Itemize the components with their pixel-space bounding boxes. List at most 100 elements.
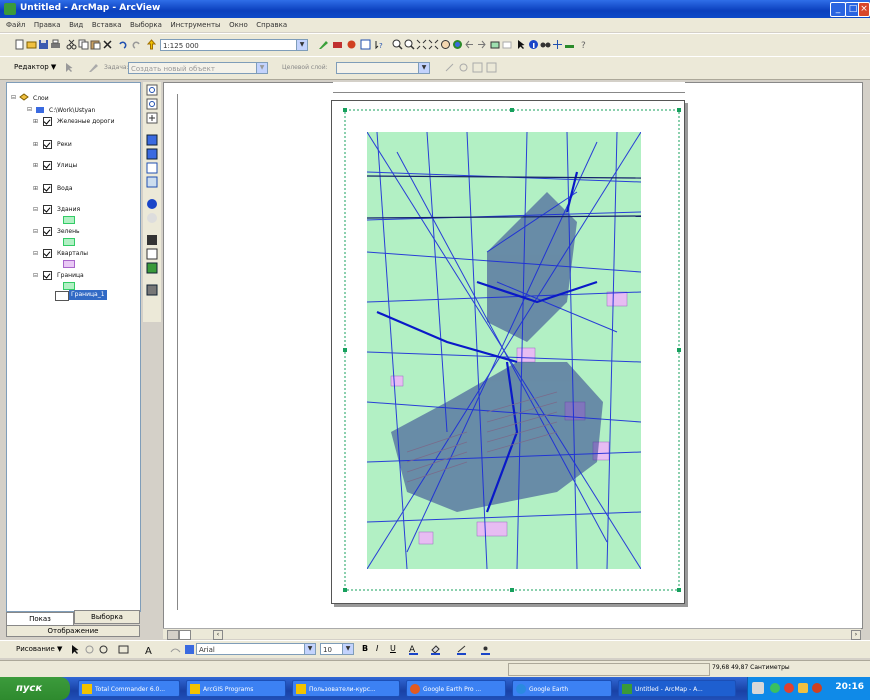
language-indicator-icon[interactable] [752,682,764,694]
line-color-icon[interactable] [456,644,467,655]
add-data-icon[interactable] [146,39,157,50]
layer-checkbox[interactable] [43,184,52,193]
tab-rendering[interactable]: Отображение [6,625,140,637]
zoom-to-selected-icon[interactable] [98,644,109,655]
zoom-in-icon[interactable] [392,39,403,50]
taskbar-item[interactable]: Google Earth Pro ... [406,680,506,697]
paste-icon[interactable] [90,39,101,50]
menu-help[interactable]: Справка [256,18,287,32]
collapse-icon[interactable]: ⊟ [27,107,33,113]
italic-button[interactable]: I [376,644,378,653]
resize-handle[interactable] [510,108,514,112]
menu-view[interactable]: Вид [69,18,83,32]
rectangle-tool-icon[interactable] [118,644,129,655]
taskbar-item[interactable]: Total Commander 6.0... [78,680,180,697]
fixed-zoom-in-icon[interactable] [416,39,427,50]
layout-view-icon[interactable] [179,630,191,640]
layer-checkbox[interactable] [43,140,52,149]
map-data-frame[interactable] [367,132,641,569]
menu-window[interactable]: Окно [229,18,248,32]
sketch-properties-icon[interactable] [486,62,497,73]
go-back-extent-icon[interactable] [146,198,158,210]
sketch-tool-icon[interactable] [88,62,99,73]
layer-symbol-swatch[interactable] [63,216,75,224]
expand-icon[interactable]: ⊞ [33,186,39,192]
previous-extent-icon[interactable] [464,39,475,50]
font-size-combo[interactable]: 10 ▼ [320,643,354,655]
go-to-xy-icon[interactable] [552,39,563,50]
layer-label-railroads[interactable]: Железные дороги [57,118,114,125]
zoom-100-icon[interactable] [146,176,158,188]
minimize-button[interactable]: _ [830,2,846,17]
chevron-down-icon[interactable]: ▼ [418,63,429,73]
save-icon[interactable] [38,39,49,50]
layout-view-icon[interactable] [360,39,371,50]
scroll-left-icon[interactable]: ‹ [213,630,223,640]
layer-label-buildings[interactable]: Здания [57,206,80,213]
layer-label-blocks[interactable]: Кварталы [57,250,88,257]
measure-icon[interactable] [564,39,575,50]
layer-label-water[interactable]: Вода [57,185,73,192]
antivirus-icon[interactable] [784,683,794,693]
target-layer-combo[interactable]: ▼ [336,62,430,74]
open-folder-icon[interactable] [26,39,37,50]
edit-tool-icon[interactable] [64,62,75,73]
zoom-whole-page-icon[interactable] [146,162,158,174]
redo-icon[interactable] [130,39,141,50]
zoom-out-icon[interactable] [404,39,415,50]
collapse-icon[interactable]: ⊟ [33,229,39,235]
collapse-icon[interactable]: ⊟ [33,251,39,257]
layer-checkbox[interactable] [43,249,52,258]
menu-insert[interactable]: Вставка [92,18,122,32]
underline-button[interactable]: U [390,644,396,653]
expand-icon[interactable]: ⊞ [33,119,39,125]
select-features-icon[interactable] [490,39,501,50]
map-scale-combo[interactable]: 1:125 000 ▼ [160,39,308,51]
help-icon[interactable]: ? [578,39,589,50]
chevron-down-icon[interactable]: ▼ [342,644,353,654]
collapse-icon[interactable]: ⊟ [11,95,17,101]
collapse-icon[interactable]: ⊟ [33,207,39,213]
resize-handle[interactable] [510,588,514,592]
layer-checkbox[interactable] [43,271,52,280]
horizontal-scrollbar[interactable]: ‹ › [163,628,861,640]
taskbar-item[interactable]: Пользователи-курс... [292,680,400,697]
font-color-icon[interactable] [184,644,195,655]
task-combo[interactable]: Создать новый объект ▼ [128,62,268,74]
menu-file[interactable]: Файл [6,18,25,32]
layer-label-streets[interactable]: Улицы [57,162,77,169]
go-forward-extent-icon[interactable] [146,212,158,224]
resize-handle[interactable] [677,348,681,352]
layer-checkbox[interactable] [43,205,52,214]
menu-selection[interactable]: Выборка [130,18,162,32]
taskbar-item[interactable]: ArcGIS Programs [186,680,286,697]
rotate-tool-icon[interactable] [458,62,469,73]
chevron-down-icon[interactable]: ▼ [256,63,267,73]
taskbar-clock[interactable]: 20:16 [835,682,864,692]
close-button[interactable]: × [858,2,870,17]
splined-text-icon[interactable] [170,644,181,655]
arccatalog-icon[interactable] [346,39,357,50]
new-document-icon[interactable] [14,39,25,50]
copy-icon[interactable] [78,39,89,50]
zoom-in-page-icon[interactable] [146,84,158,96]
bold-button[interactable]: B [362,644,368,653]
workspace-label[interactable]: С:\Work\Ustyan [49,107,95,114]
identify-icon[interactable] [528,39,539,50]
zoom-out-page-icon[interactable] [146,98,158,110]
split-tool-icon[interactable] [444,62,455,73]
chevron-down-icon[interactable]: ▼ [296,40,307,50]
layer-symbol-swatch[interactable] [63,282,75,290]
select-elements-icon[interactable] [516,39,527,50]
full-extent-icon[interactable] [452,39,463,50]
layer-symbol-swatch[interactable] [63,260,75,268]
layer-label-rivers[interactable]: Реки [57,141,72,148]
select-elements-icon[interactable] [70,644,81,655]
font-color-a-icon[interactable]: A [408,644,419,655]
pan-icon[interactable] [440,39,451,50]
expand-icon[interactable]: ⊞ [33,163,39,169]
tray-app-icon[interactable] [812,683,822,693]
fixed-zoom-out-icon[interactable] [428,39,439,50]
marker-color-icon[interactable] [480,644,491,655]
taskbar-item[interactable]: Google Earth [512,680,612,697]
